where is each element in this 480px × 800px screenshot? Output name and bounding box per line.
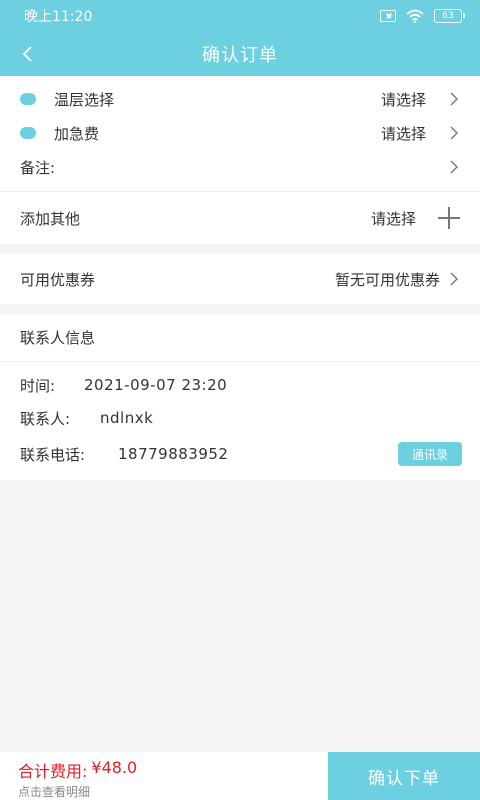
wifi-icon — [406, 9, 424, 23]
temperature-value: 请选择 — [380, 90, 426, 109]
chevron-right-icon — [450, 160, 458, 174]
bullet-dot — [20, 93, 36, 105]
back-arrow-icon[interactable] — [18, 44, 38, 64]
urgent-fee-label: 加急费 — [54, 124, 100, 143]
time-value: 2021-09-07 23:20 — [84, 376, 228, 394]
contact-phone-label: 联系电话: — [20, 445, 86, 464]
urgent-fee-option[interactable]: 加急费 请选择 — [0, 116, 480, 150]
coupon-section[interactable]: 可用优惠券 暂无可用优惠券 — [0, 254, 480, 304]
time-label: 时间: — [20, 376, 56, 395]
bottom-bar: 合计费用: ¥48.0 点击查看明细 确认下单 — [0, 752, 480, 800]
contact-time-row: 时间: 2021-09-07 23:20 — [0, 368, 480, 402]
nav-bar: 确认订单 — [0, 32, 480, 76]
no-sim-icon — [380, 10, 396, 22]
contact-section: 联系人信息 时间: 2021-09-07 23:20 联系人: ndlnxk 联… — [0, 314, 480, 480]
add-other-label: 添加其他 — [20, 209, 81, 228]
coupon-row[interactable]: 可用优惠券 暂无可用优惠券 — [0, 262, 480, 296]
status-time: 晚上11:20 — [24, 9, 93, 25]
contact-phone-value: 18779883952 — [118, 445, 229, 463]
temperature-label: 温层选择 — [54, 90, 115, 109]
remark-option[interactable]: 备注: — [0, 150, 480, 184]
total-label: 合计费用: — [18, 762, 88, 781]
page-title: 确认订单 — [202, 45, 278, 66]
urgent-fee-value: 请选择 — [380, 124, 426, 143]
coupon-value: 暂无可用优惠券 — [334, 270, 440, 289]
add-other-value: 请选择 — [370, 209, 416, 228]
chevron-right-icon — [450, 126, 458, 140]
view-details-link[interactable]: 点击查看明细 — [18, 783, 328, 800]
chevron-right-icon — [450, 92, 458, 106]
coupon-label: 可用优惠券 — [20, 270, 96, 289]
battery-icon: 63 — [434, 9, 465, 23]
temperature-option[interactable]: 温层选择 请选择 — [0, 82, 480, 116]
options-section: 温层选择 请选择 加急费 请选择 备注: 添加其他 请选择 — [0, 76, 480, 244]
contact-name-label: 联系人: — [20, 409, 71, 428]
contact-name-value: ndlnxk — [100, 409, 154, 427]
add-other-option[interactable]: 添加其他 请选择 — [0, 201, 480, 235]
confirm-order-button[interactable]: 确认下单 — [328, 752, 480, 800]
bullet-dot — [20, 127, 36, 139]
total-price: ¥48.0 — [91, 758, 138, 777]
contact-section-header: 联系人信息 — [0, 320, 480, 354]
divider — [0, 361, 480, 362]
chevron-right-icon — [450, 272, 458, 286]
total-area: 合计费用: ¥48.0 点击查看明细 — [0, 752, 328, 800]
status-bar: 晚上11:20 63 — [0, 0, 480, 32]
address-book-button[interactable]: 通讯录 — [398, 442, 462, 466]
plus-icon[interactable] — [438, 207, 460, 229]
contact-section-title: 联系人信息 — [20, 328, 96, 347]
battery-level: 63 — [442, 11, 454, 21]
contact-name-row: 联系人: ndlnxk — [0, 401, 480, 435]
remark-label: 备注: — [20, 158, 56, 177]
divider — [0, 191, 480, 192]
